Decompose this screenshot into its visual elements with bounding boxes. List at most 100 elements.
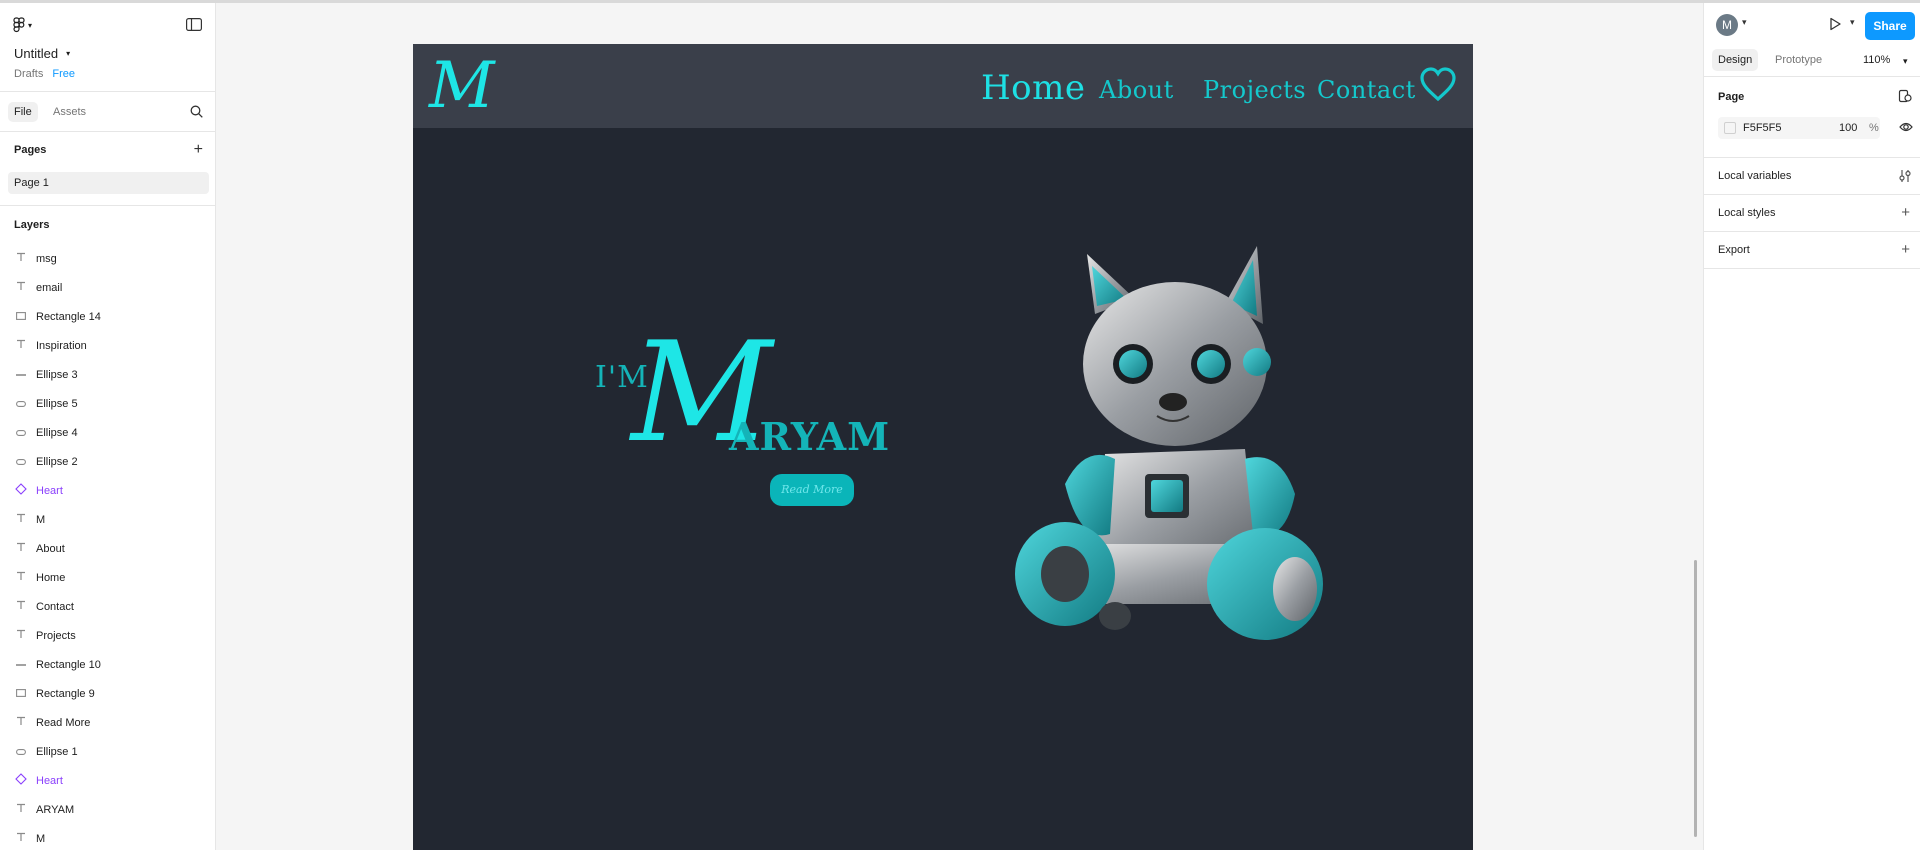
nav-contact-text[interactable]: Contact	[1317, 76, 1416, 104]
layer-item[interactable]: Rectangle 14	[0, 302, 215, 331]
nav-home-text[interactable]: Home	[981, 68, 1085, 108]
read-more-button[interactable]: Read More	[770, 474, 854, 506]
design-frame[interactable]: M Home About Projects Contact I'M M ARYA…	[413, 44, 1473, 850]
layers-title: Layers	[14, 219, 50, 231]
style-icon	[1898, 89, 1912, 103]
layer-label: msg	[36, 252, 57, 265]
rectangle-icon	[14, 688, 28, 700]
design-tabs: Design Prototype 110% ▾	[1704, 43, 1920, 77]
layer-item[interactable]: email	[0, 273, 215, 302]
layer-item[interactable]: Ellipse 1	[0, 737, 215, 766]
tab-file[interactable]: File	[8, 102, 38, 122]
hero-aryam-text[interactable]: ARYAM	[729, 414, 890, 459]
eye-icon	[1899, 122, 1913, 132]
file-name: Untitled	[14, 46, 59, 61]
right-panel: M ▾ ▾ Share Design Prototype 110% ▾ Page	[1703, 3, 1920, 850]
layer-label: Ellipse 5	[36, 397, 78, 410]
frame-navbar[interactable]: M Home About Projects Contact	[413, 44, 1473, 128]
avatar[interactable]: M	[1716, 14, 1738, 36]
layer-item[interactable]: Ellipse 4	[0, 418, 215, 447]
tab-assets[interactable]: Assets	[47, 102, 92, 122]
local-styles-section[interactable]: Local styles +	[1704, 195, 1920, 232]
chevron-down-icon[interactable]: ▾	[1850, 17, 1855, 28]
layer-label: ARYAM	[36, 803, 75, 816]
export-section[interactable]: Export +	[1704, 232, 1920, 269]
robot-cat-image[interactable]	[995, 244, 1335, 669]
layer-item[interactable]: Ellipse 5	[0, 389, 215, 418]
layer-item[interactable]: Read More	[0, 708, 215, 737]
file-name-button[interactable]: Untitled ▾	[14, 46, 70, 61]
layer-item[interactable]: Home	[0, 563, 215, 592]
layer-label: M	[36, 513, 46, 526]
layer-item[interactable]: Ellipse 3	[0, 360, 215, 389]
component-icon	[14, 483, 28, 498]
pages-header: Pages +	[0, 132, 215, 168]
layer-item[interactable]: ARYAM	[0, 795, 215, 824]
tab-prototype[interactable]: Prototype	[1769, 49, 1828, 71]
section-title: Local variables	[1718, 170, 1792, 182]
local-variables-section[interactable]: Local variables	[1704, 158, 1920, 195]
drafts-link[interactable]: Drafts	[14, 68, 43, 80]
add-style-button[interactable]: +	[1901, 205, 1910, 220]
zoom-level[interactable]: 110%	[1863, 49, 1890, 71]
plan-badge[interactable]: Free	[52, 68, 75, 80]
layer-item[interactable]: Rectangle 9	[0, 679, 215, 708]
page-settings-button[interactable]	[1898, 89, 1912, 108]
tab-design[interactable]: Design	[1712, 49, 1759, 71]
layer-item[interactable]: Heart	[0, 476, 215, 505]
layer-item[interactable]: Ellipse 2	[0, 447, 215, 476]
page-color-hex[interactable]: F5F5F5	[1743, 117, 1782, 139]
canvas[interactable]: M Home About Projects Contact I'M M ARYA…	[217, 3, 1703, 850]
color-swatch[interactable]	[1724, 122, 1736, 134]
layer-label: Read More	[36, 716, 91, 729]
page-item-page-1[interactable]: Page 1	[8, 172, 209, 194]
layer-label: Inspiration	[36, 339, 87, 352]
layer-item[interactable]: Inspiration	[0, 331, 215, 360]
layer-item[interactable]: Heart	[0, 766, 215, 795]
visibility-toggle[interactable]	[1899, 120, 1913, 138]
logo-text[interactable]: M	[429, 46, 495, 126]
nav-projects-text[interactable]: Projects	[1203, 76, 1306, 104]
layer-label: Ellipse 2	[36, 455, 78, 468]
page-color-field[interactable]: F5F5F5 100 %	[1718, 117, 1880, 139]
plus-icon: +	[193, 141, 203, 158]
layer-item[interactable]: msg	[0, 244, 215, 273]
layer-label: Rectangle 9	[36, 687, 95, 700]
text-layer-icon	[14, 513, 28, 526]
layer-label: Home	[36, 571, 66, 584]
chevron-down-icon[interactable]: ▾	[1903, 50, 1908, 72]
ellipse-icon	[14, 427, 28, 439]
main-menu-button[interactable]: ▾	[13, 17, 32, 33]
chevron-down-icon[interactable]: ▾	[1742, 17, 1747, 28]
layer-label: Heart	[36, 484, 63, 497]
heart-icon[interactable]	[1419, 66, 1457, 109]
present-button[interactable]	[1828, 17, 1842, 36]
toggle-sidebar-button[interactable]	[186, 18, 203, 36]
component-icon	[14, 773, 28, 788]
canvas-scrollbar[interactable]	[1694, 560, 1697, 837]
search-layers-button[interactable]	[190, 105, 203, 123]
layer-item[interactable]: M	[0, 824, 215, 850]
share-button[interactable]: Share	[1865, 12, 1915, 40]
figma-logo-icon	[13, 17, 25, 33]
layer-label: email	[36, 281, 63, 294]
layer-item[interactable]: About	[0, 534, 215, 563]
layer-item[interactable]: M	[0, 505, 215, 534]
ellipse-icon	[14, 398, 28, 410]
text-layer-icon	[14, 542, 28, 555]
text-layer-icon	[14, 832, 28, 845]
layer-item[interactable]: Projects	[0, 621, 215, 650]
add-page-button[interactable]: +	[193, 141, 203, 158]
right-toolbar: M ▾ ▾ Share	[1704, 3, 1920, 43]
text-layer-icon	[14, 716, 28, 729]
nav-about-text[interactable]: About	[1099, 76, 1174, 104]
layer-label: Heart	[36, 774, 63, 787]
variables-button[interactable]	[1898, 169, 1912, 188]
layer-item[interactable]: Rectangle 10	[0, 650, 215, 679]
ellipse-icon	[14, 456, 28, 468]
page-color-opacity[interactable]: 100	[1839, 117, 1857, 139]
layer-label: Ellipse 4	[36, 426, 78, 439]
layer-item[interactable]: Contact	[0, 592, 215, 621]
add-export-button[interactable]: +	[1901, 242, 1910, 257]
chevron-down-icon: ▾	[28, 20, 33, 30]
